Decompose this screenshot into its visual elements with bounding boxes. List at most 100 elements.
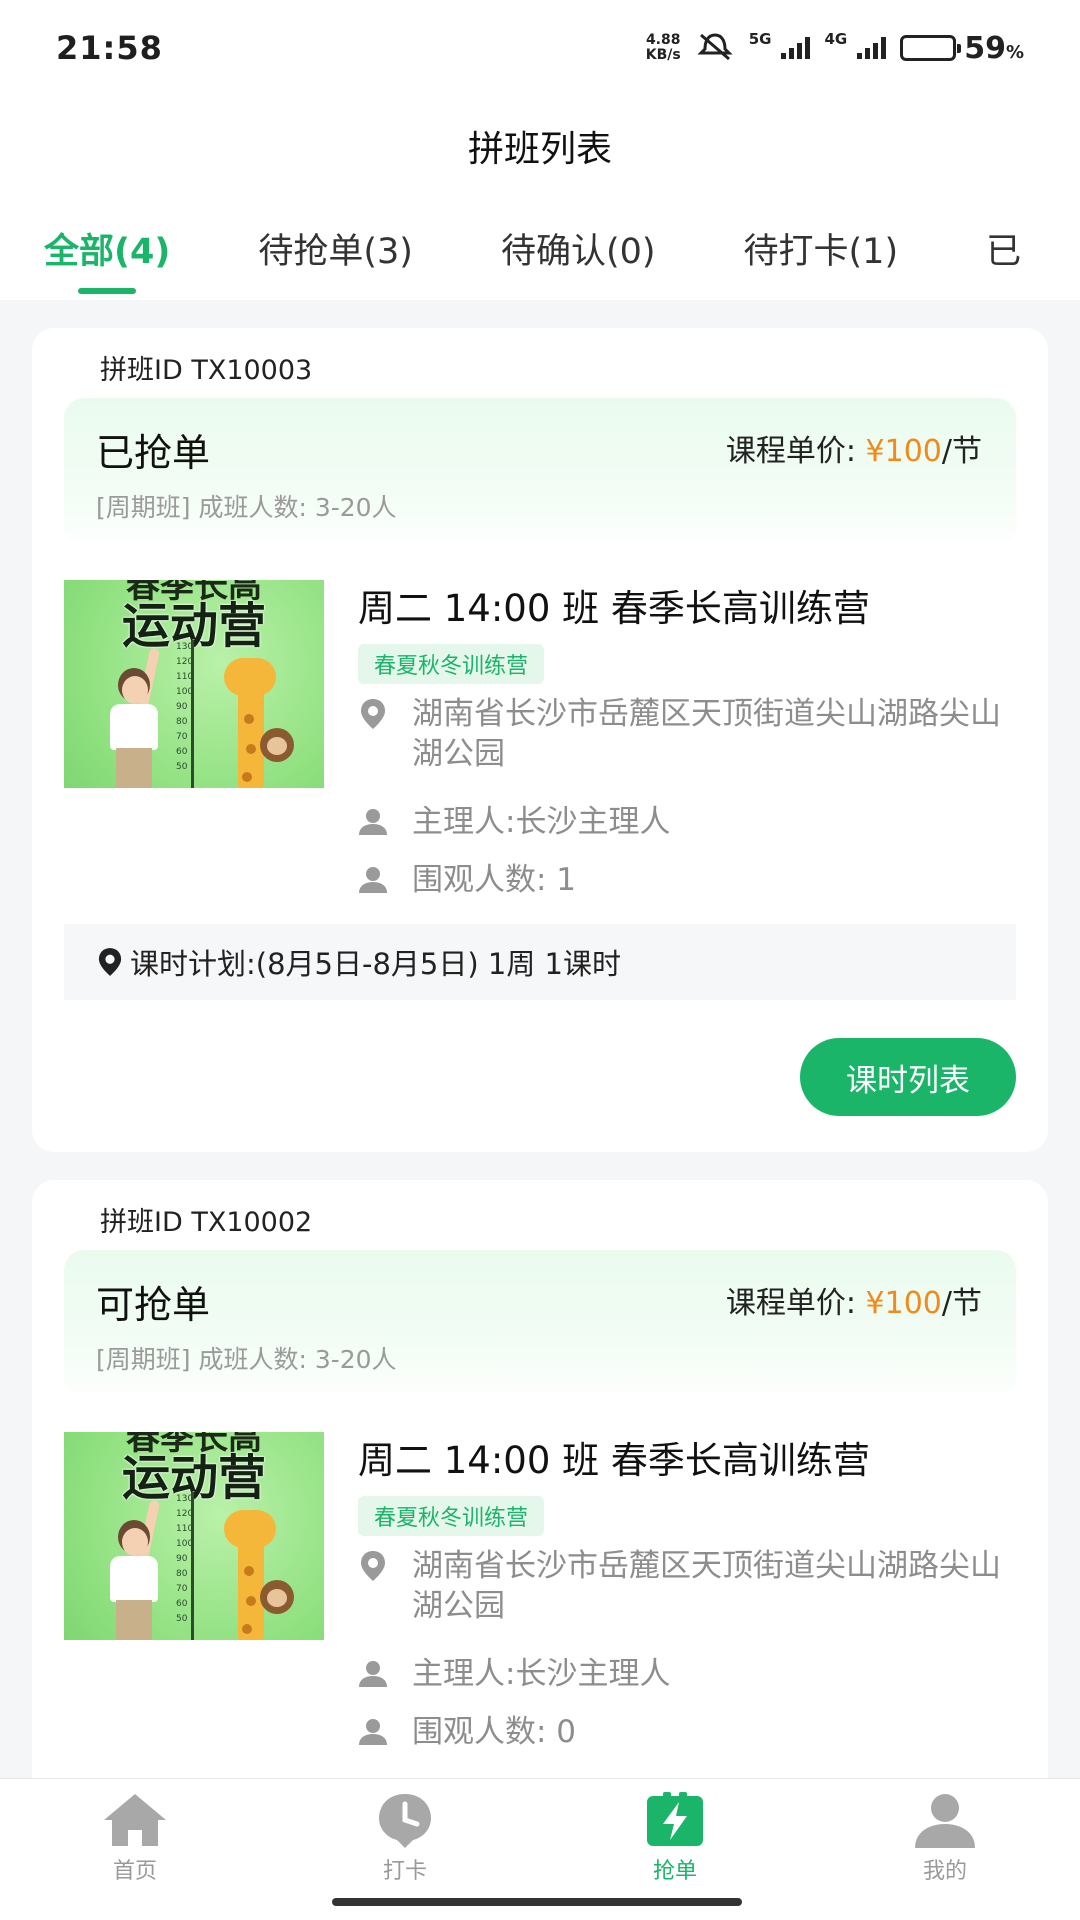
lesson-plan: 课时计划:(8月5日-8月5日) 1周 1课时: [64, 924, 1016, 1000]
card-header: 已抢单 课程单价: ¥100/节 [周期班] 成班人数: 3-20人: [64, 398, 1016, 548]
height-ruler: 130 120 110 100 90 80 70 60 50: [176, 1492, 194, 1640]
network-speed-value: 4.88: [645, 32, 681, 48]
ruler-mark: 120: [176, 657, 194, 667]
ruler-mark: 90: [176, 702, 188, 712]
ruler-mark: 110: [176, 672, 194, 682]
person-icon: [358, 1712, 388, 1752]
course-tag: 春夏秋冬训练营: [358, 1496, 545, 1536]
tab-all[interactable]: 全部(4): [44, 196, 170, 300]
course-thumbnail[interactable]: 春季长高 运动营 130 120 110 100 90 80 70 60 50: [64, 580, 324, 788]
watchers-text: 围观人数: 0: [412, 1714, 577, 1750]
watchers-row: 围观人数: 0: [358, 1712, 1002, 1752]
ruler-mark: 60: [176, 747, 188, 757]
ruler-mark: 100: [176, 1539, 194, 1549]
child-illustration: [104, 1499, 164, 1640]
signal-4g-label: 4G: [824, 30, 848, 48]
lightning-icon: [642, 1791, 708, 1849]
host-row: 主理人:长沙主理人: [358, 1654, 1002, 1694]
ruler-mark: 110: [176, 1524, 194, 1534]
price: 课程单价: ¥100/节: [726, 1278, 982, 1322]
lesson-plan-text: 课时计划:(8月5日-8月5日) 1周 1课时: [130, 947, 622, 981]
price-unit: /节: [941, 434, 982, 469]
class-status: 已抢单: [96, 431, 211, 475]
price-label: 课程单价:: [725, 1286, 856, 1321]
ruler-mark: 90: [176, 1554, 188, 1564]
battery: 59%: [900, 31, 1024, 66]
status-icons: 4.88 KB/s 5G 4G 59%: [646, 30, 1024, 66]
child-illustration: [104, 647, 164, 788]
tab-completed-partial[interactable]: 已: [986, 196, 1021, 300]
person-icon: [358, 1654, 388, 1694]
giraffe-illustration: [216, 1506, 286, 1640]
home-indicator[interactable]: [332, 1898, 742, 1906]
nav-profile-label: 我的: [922, 1859, 967, 1884]
class-sub-info: [周期班] 成班人数: 3-20人: [96, 493, 397, 522]
tab-pending-grab[interactable]: 待抢单(3): [258, 196, 413, 300]
address-row: 湖南省长沙市岳麓区天顶街道尖山湖路尖山湖公园: [358, 1546, 1002, 1626]
giraffe-illustration: [216, 654, 286, 788]
tab-pending-checkin[interactable]: 待打卡(1): [744, 196, 899, 300]
ruler-mark: 60: [176, 1599, 188, 1609]
ruler-mark: 120: [176, 1509, 194, 1519]
ruler-mark: 100: [176, 687, 194, 697]
home-icon: [102, 1791, 168, 1849]
battery-percent: 59%: [964, 31, 1024, 66]
signal-5g-label: 5G: [748, 30, 772, 48]
address-row: 湖南省长沙市岳麓区天顶街道尖山湖路尖山湖公园: [358, 694, 1002, 774]
price-unit: /节: [941, 1286, 982, 1321]
ruler-mark: 130: [176, 1494, 194, 1504]
ruler-mark: 70: [176, 1584, 188, 1594]
person-icon: [358, 860, 388, 900]
mute-icon: [695, 31, 735, 66]
tab-pending-confirm[interactable]: 待确认(0): [501, 196, 656, 300]
lesson-list-button[interactable]: 课时列表: [800, 1038, 1016, 1116]
signal-4g-icon: [857, 37, 887, 59]
price-amount: ¥100: [865, 1286, 942, 1321]
page-title-bar: 拼班列表: [0, 96, 1080, 196]
course-thumbnail[interactable]: 春季长高 运动营 130 120 110 100 90 80 70 60 50: [64, 1432, 324, 1640]
battery-percent-unit: %: [1005, 41, 1024, 63]
ruler-mark: 80: [176, 1569, 188, 1579]
network-speed-unit: KB/s: [645, 47, 681, 63]
clock-icon: [372, 1791, 438, 1849]
monkey-illustration: [260, 728, 294, 762]
person-icon: [358, 802, 388, 842]
course-name: 周二 14:00 班 春季长高训练营: [358, 1439, 870, 1482]
status-time: 21:58: [56, 29, 163, 67]
ruler-mark: 80: [176, 717, 188, 727]
nav-grab-order-label: 抢单: [652, 1859, 697, 1884]
class-status: 可抢单: [96, 1283, 211, 1327]
nav-home[interactable]: 首页: [0, 1779, 270, 1920]
ruler-mark: 130: [176, 642, 194, 652]
height-ruler: 130 120 110 100 90 80 70 60 50: [176, 640, 194, 788]
class-id: 拼班ID TX10002: [100, 1207, 313, 1238]
address-text: 湖南省长沙市岳麓区天顶街道尖山湖路尖山湖公园: [412, 1548, 1001, 1624]
card-header: 可抢单 课程单价: ¥100/节 [周期班] 成班人数: 3-20人: [64, 1250, 1016, 1400]
ruler-mark: 50: [176, 762, 188, 772]
class-list: 拼班ID TX10003 已抢单 课程单价: ¥100/节 [周期班] 成班人数…: [0, 300, 1080, 1778]
nav-checkin-label: 打卡: [382, 1859, 427, 1884]
user-icon: [912, 1791, 978, 1849]
thumbnail-title: 运动营: [121, 1450, 266, 1506]
network-speed: 4.88 KB/s: [646, 33, 681, 63]
class-card[interactable]: 拼班ID TX10003 已抢单 课程单价: ¥100/节 [周期班] 成班人数…: [32, 328, 1048, 1152]
location-pin-icon: [98, 947, 122, 977]
price-amount: ¥100: [865, 434, 942, 469]
address-text: 湖南省长沙市岳麓区天顶街道尖山湖路尖山湖公园: [412, 696, 1001, 772]
ruler-mark: 50: [176, 1614, 188, 1624]
class-card[interactable]: 拼班ID TX10002 可抢单 课程单价: ¥100/节 [周期班] 成班人数…: [32, 1180, 1048, 1778]
location-pin-icon: [358, 1546, 388, 1586]
host-row: 主理人:长沙主理人: [358, 802, 1002, 842]
course-name: 周二 14:00 班 春季长高训练营: [358, 587, 870, 630]
ruler-mark: 70: [176, 732, 188, 742]
signal-5g-icon: [781, 37, 811, 59]
nav-profile[interactable]: 我的: [810, 1779, 1080, 1920]
class-sub-info: [周期班] 成班人数: 3-20人: [96, 1345, 397, 1374]
watchers-row: 围观人数: 1: [358, 860, 1002, 900]
battery-icon: [900, 35, 962, 61]
battery-percent-value: 59: [964, 30, 1006, 66]
page-title: 拼班列表: [467, 129, 612, 170]
monkey-illustration: [260, 1580, 294, 1614]
status-bar: 21:58 4.88 KB/s 5G 4G 59%: [0, 0, 1080, 96]
watchers-text: 围观人数: 1: [412, 862, 577, 898]
